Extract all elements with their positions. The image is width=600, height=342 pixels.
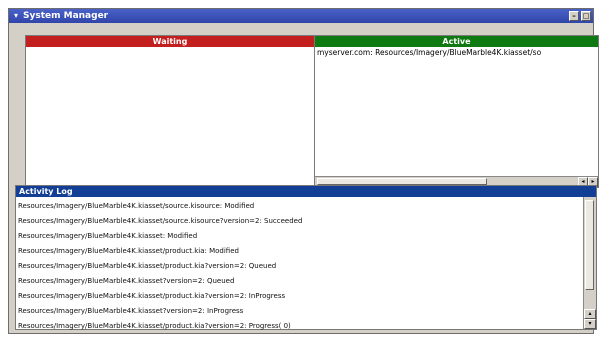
activity-log-panel: Activity Log Resources/Imagery/BlueMarbl… — [15, 185, 597, 330]
vertical-scroll-thumb[interactable] — [585, 200, 594, 290]
log-line: Resources/Imagery/BlueMarble4K.kiasset/s… — [18, 217, 303, 225]
scroll-down-button[interactable]: ▾ — [584, 319, 596, 329]
log-vertical-scrollbar[interactable]: ▴ ▾ — [583, 197, 596, 329]
activity-log-list: Resources/Imagery/BlueMarble4K.kiasset/s… — [18, 199, 582, 334]
log-line: Resources/Imagery/BlueMarble4K.kiasset: … — [18, 232, 198, 240]
log-line: Resources/Imagery/BlueMarble4K.kiasset/p… — [18, 292, 286, 300]
minimize-button[interactable]: – — [569, 11, 579, 21]
log-line: Resources/Imagery/BlueMarble4K.kiasset?v… — [18, 277, 235, 285]
window-menu-icon[interactable]: ▾ — [11, 11, 21, 21]
window-title: System Manager — [23, 11, 109, 21]
log-line: Resources/Imagery/BlueMarble4K.kiasset?v… — [18, 307, 244, 315]
active-panel: Active myserver.com: Resources/Imagery/B… — [314, 35, 599, 188]
log-line: Resources/Imagery/BlueMarble4K.kiasset/p… — [18, 322, 291, 330]
title-bar[interactable]: ▾ System Manager – □ — [9, 9, 593, 23]
active-header: Active — [315, 36, 598, 47]
log-line: Resources/Imagery/BlueMarble4K.kiasset/s… — [18, 202, 255, 210]
scroll-up-button[interactable]: ▴ — [584, 309, 596, 319]
log-line: Resources/Imagery/BlueMarble4K.kiasset/p… — [18, 262, 277, 270]
log-line: Resources/Imagery/BlueMarble4K.kiasset/p… — [18, 247, 239, 255]
maximize-button[interactable]: □ — [581, 11, 591, 21]
waiting-panel: Waiting — [25, 35, 315, 188]
active-job-item[interactable]: myserver.com: Resources/Imagery/BlueMarb… — [317, 48, 599, 57]
activity-log-header: Activity Log — [16, 186, 596, 197]
horizontal-scroll-thumb[interactable] — [317, 178, 487, 185]
waiting-header: Waiting — [26, 36, 314, 47]
